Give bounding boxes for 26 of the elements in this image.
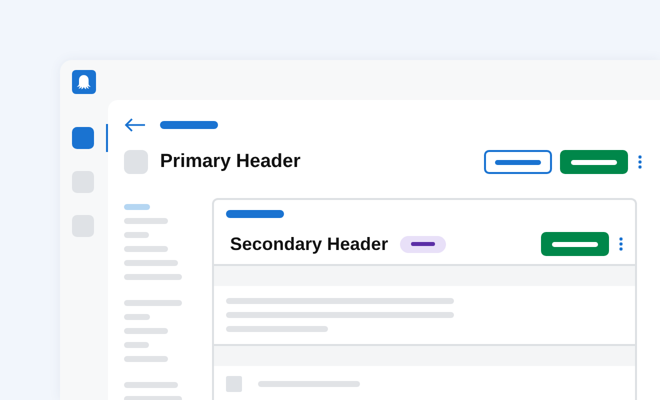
- primary-button[interactable]: [560, 150, 628, 174]
- primary-button[interactable]: [541, 232, 609, 256]
- back-arrow-icon[interactable]: [124, 118, 146, 132]
- subnav-item[interactable]: [124, 342, 149, 348]
- subnav-item[interactable]: [124, 328, 168, 334]
- card-label-placeholder: [226, 210, 284, 218]
- subnav-item[interactable]: [124, 314, 150, 320]
- more-icon[interactable]: [619, 237, 623, 251]
- octopus-logo-icon: [72, 70, 96, 94]
- subnav-item[interactable]: [124, 204, 150, 210]
- subnav-item[interactable]: [124, 218, 168, 224]
- subnav-item[interactable]: [124, 274, 182, 280]
- subnav-item[interactable]: [124, 246, 168, 252]
- more-icon[interactable]: [638, 155, 642, 169]
- secondary-button[interactable]: [484, 150, 552, 174]
- subnav-item[interactable]: [124, 356, 168, 362]
- subnav-item[interactable]: [124, 232, 149, 238]
- primary-header: Primary Header: [160, 151, 302, 173]
- subnav-item[interactable]: [124, 382, 178, 388]
- subnav-item[interactable]: [124, 260, 178, 266]
- breadcrumb-placeholder[interactable]: [160, 121, 218, 129]
- page-icon-placeholder: [124, 150, 148, 174]
- checkbox-placeholder: [226, 376, 242, 392]
- subnav-item[interactable]: [124, 300, 182, 306]
- status-chip: [400, 236, 446, 252]
- secondary-header: Secondary Header: [230, 234, 388, 254]
